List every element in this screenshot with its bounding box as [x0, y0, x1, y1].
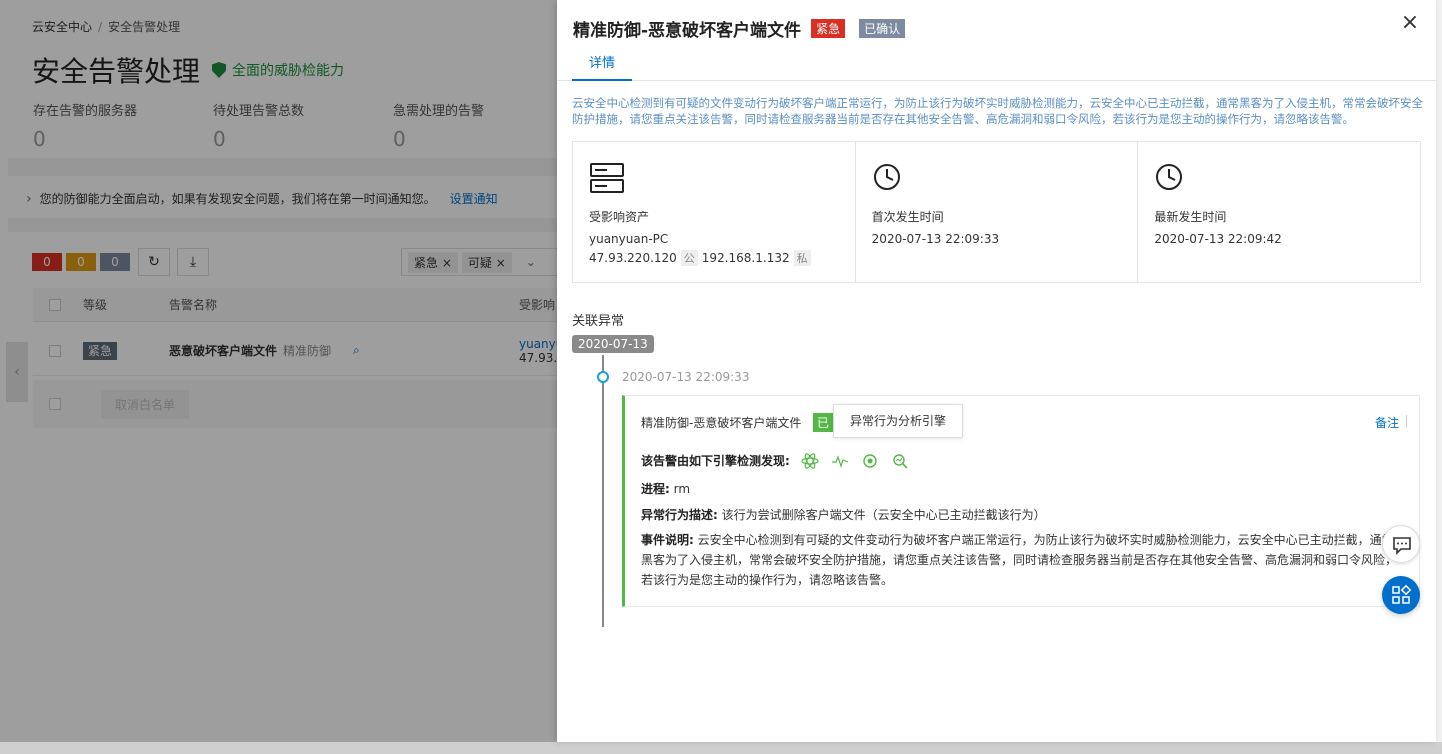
page-scrollbar — [1436, 0, 1442, 742]
pulse-engine-icon[interactable] — [830, 453, 850, 469]
timeline-event-time: 2020-07-13 22:09:33 — [622, 370, 750, 384]
tab-details[interactable]: 详情 — [572, 52, 632, 81]
close-button[interactable]: × — [1398, 10, 1422, 38]
explain-label: 事件说明: — [641, 533, 694, 547]
event-status-tag: 已 — [813, 413, 834, 432]
behavior-row: 异常行为描述: 该行为尝试删除客户端文件（云安全中心已主动拦截该行为） — [641, 506, 1046, 523]
drawer-mask[interactable] — [0, 0, 557, 742]
info-card: 受影响资产 yuanyuan-PC 47.93.220.120 公 192.16… — [572, 141, 1421, 283]
first-time-cell: 首次发生时间 2020-07-13 22:09:33 — [856, 142, 1139, 282]
first-time-value: 2020-07-13 22:09:33 — [871, 232, 1000, 246]
explain-value: 云安全中心检测到有可疑的文件变动行为破坏客户端正常运行，为防止该行为破坏实时威胁… — [641, 533, 1398, 587]
engine-label: 该告警由如下引擎检测发现: — [641, 454, 790, 468]
clock-icon — [1156, 164, 1183, 190]
timeline-line — [602, 355, 604, 627]
public-ip: 47.93.220.120 — [589, 251, 677, 265]
last-time-value: 2020-07-13 22:09:42 — [1154, 232, 1282, 246]
note-link[interactable]: 备注 — [1375, 414, 1399, 431]
timeline-date-pill: 2020-07-13 — [572, 335, 654, 353]
private-ip: 192.168.1.132 — [701, 251, 790, 265]
chat-icon — [1393, 537, 1411, 555]
event-card: 精准防御-恶意破坏客户端文件 已 异常行为分析引擎 备注 该告警由如下引擎检测发… — [622, 395, 1420, 607]
affected-asset-cell: 受影响资产 yuanyuan-PC 47.93.220.120 公 192.16… — [573, 142, 856, 282]
private-ip-tag: 私 — [793, 250, 811, 266]
timeline-dot — [597, 371, 609, 383]
engine-tooltip: 异常行为分析引擎 — [833, 404, 963, 438]
related-title: 关联异常 — [572, 314, 625, 329]
apps-button[interactable] — [1382, 576, 1420, 614]
apps-icon — [1392, 584, 1412, 604]
process-row: 进程: rm — [641, 480, 690, 497]
behavior-value: 该行为尝试删除客户端文件（云安全中心已主动拦截该行为） — [721, 508, 1046, 522]
drawer-header: 精准防御-恶意破坏客户端文件 紧急 已确认 — [573, 16, 906, 41]
last-time-cell: 最新发生时间 2020-07-13 22:09:42 — [1138, 142, 1420, 282]
status-badge: 已确认 — [859, 19, 906, 38]
asset-name-link[interactable]: yuanyuan-PC — [589, 232, 668, 246]
alert-description: 云安全中心检测到有可疑的文件变动行为破坏客户端正常运行，为防止该行为破坏实时威胁… — [572, 96, 1423, 126]
asset-ip-row: 47.93.220.120 公 192.168.1.132 私 — [589, 250, 811, 266]
tab-bar: 详情 — [557, 52, 1436, 81]
process-value: rm — [673, 482, 691, 496]
atom-engine-icon[interactable] — [800, 452, 820, 469]
event-title: 精准防御-恶意破坏客户端文件 — [641, 416, 802, 430]
last-time-label: 最新发生时间 — [1154, 210, 1227, 224]
engine-row: 该告警由如下引擎检测发现: — [641, 452, 910, 469]
public-ip-tag: 公 — [680, 250, 698, 266]
note-separator — [1406, 415, 1407, 427]
level-badge: 紧急 — [811, 19, 846, 38]
clock-icon — [873, 164, 900, 190]
behavior-analysis-icon[interactable] — [890, 453, 910, 469]
explain-row: 事件说明: 云安全中心检测到有可疑的文件变动行为破坏客户端正常运行，为防止该行为… — [641, 530, 1401, 590]
page-bottom-bar — [0, 742, 1442, 754]
alert-detail-drawer: 精准防御-恶意破坏客户端文件 紧急 已确认 × 详情 云安全中心检测到有可疑的文… — [557, 0, 1436, 742]
target-engine-icon[interactable] — [860, 453, 880, 469]
drawer-title: 精准防御-恶意破坏客户端文件 — [573, 21, 802, 41]
asset-label: 受影响资产 — [589, 210, 650, 224]
close-icon: × — [1400, 10, 1420, 35]
server-icon — [590, 163, 624, 193]
first-time-label: 首次发生时间 — [871, 210, 944, 224]
behavior-label: 异常行为描述: — [641, 508, 718, 522]
process-label: 进程: — [641, 482, 670, 496]
chat-button[interactable] — [1382, 525, 1420, 563]
